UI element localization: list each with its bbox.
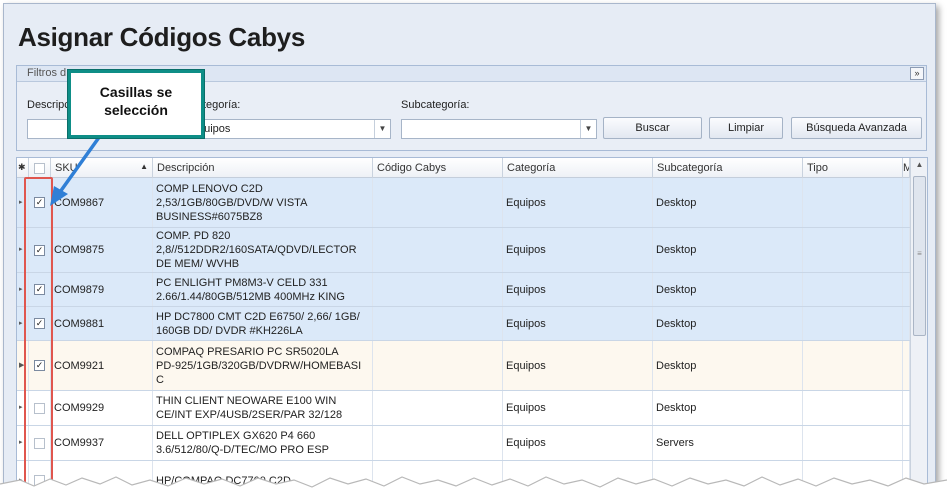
scroll-up-icon[interactable]: ▲: [914, 160, 925, 170]
cell-codigo-cabys[interactable]: [373, 273, 503, 306]
cell-subcategoria[interactable]: Desktop: [653, 178, 803, 227]
descripcion-label: Descripc: [27, 99, 70, 111]
cell-subcategoria[interactable]: Desktop: [653, 341, 803, 390]
cell-extra[interactable]: [903, 178, 910, 227]
busqueda-avanzada-button[interactable]: Búsqueda Avanzada: [791, 117, 922, 139]
cell-sku[interactable]: COM9921: [51, 341, 153, 390]
row-indicator-icon: ▸: [19, 198, 23, 206]
row-indicator-icon: ▸: [19, 439, 23, 446]
cell-descripcion[interactable]: COMPAQ PRESARIO PC SR5020LA PD-925/1GB/3…: [153, 341, 373, 390]
column-header-subcategoria[interactable]: Subcategoría: [653, 158, 803, 178]
cell-tipo[interactable]: [803, 391, 903, 425]
cell-subcategoria[interactable]: Desktop: [653, 391, 803, 425]
cell-descripcion[interactable]: PC ENLIGHT PM8M3-V CELD 331 2.66/1.44/80…: [153, 273, 373, 306]
callout-box: Casillas se selección: [67, 69, 205, 139]
limpiar-button[interactable]: Limpiar: [709, 117, 783, 139]
row-indicator-icon: ▸: [19, 246, 23, 253]
cell-codigo-cabys[interactable]: [373, 426, 503, 460]
cell-codigo-cabys[interactable]: [373, 391, 503, 425]
cell-sku[interactable]: COM9881: [51, 307, 153, 340]
cell-descripcion[interactable]: THIN CLIENT NEOWARE E100 WIN CE/INT EXP/…: [153, 391, 373, 425]
sort-asc-icon: ▲: [140, 162, 148, 171]
cell-extra[interactable]: [903, 228, 910, 272]
cell-descripcion[interactable]: HP DC7800 CMT C2D E6750/ 2,66/ 1GB/ 160G…: [153, 307, 373, 340]
cell-tipo[interactable]: [803, 307, 903, 340]
subcategoria-select[interactable]: ▼: [401, 119, 597, 139]
table-row[interactable]: ▸ ✓ COM9881 HP DC7800 CMT C2D E6750/ 2,66/ …: [17, 307, 910, 341]
cell-categoria[interactable]: Equipos: [503, 307, 653, 340]
table-row[interactable]: ▸ COM9937 DELL OPTIPLEX GX620 P4 660 3.6/5…: [17, 426, 910, 461]
cell-codigo-cabys[interactable]: [373, 341, 503, 390]
collapse-icon[interactable]: »: [910, 67, 924, 80]
subcategoria-label: Subcategoría:: [401, 99, 470, 111]
cell-extra[interactable]: [903, 426, 910, 460]
cell-tipo[interactable]: [803, 228, 903, 272]
cell-extra[interactable]: [903, 341, 910, 390]
table-row[interactable]: ▸ ✓ COM9875 COMP. PD 820 2,8//512DDR2/160SA…: [17, 228, 910, 273]
table-row[interactable]: ▸ COM9929 THIN CLIENT NEOWARE E100 WIN CE/…: [17, 391, 910, 426]
cell-categoria[interactable]: Equipos: [503, 341, 653, 390]
cell-sku[interactable]: COM9879: [51, 273, 153, 306]
categoria-select[interactable]: quipos ▼: [193, 119, 391, 139]
row-indicator-icon: ▸: [19, 285, 23, 293]
chevron-down-icon[interactable]: ▼: [580, 120, 596, 138]
cell-extra[interactable]: [903, 391, 910, 425]
checkbox-column-highlight: [24, 177, 53, 488]
cell-subcategoria[interactable]: Desktop: [653, 273, 803, 306]
cell-descripcion[interactable]: COMP LENOVO C2D 2,53/1GB/80GB/DVD/W VIST…: [153, 178, 373, 227]
cell-tipo[interactable]: [803, 178, 903, 227]
filters-panel-label: Filtros d: [27, 67, 67, 79]
column-header-categoria[interactable]: Categoría: [503, 158, 653, 178]
cell-sku[interactable]: COM9937: [51, 426, 153, 460]
cell-tipo[interactable]: [803, 426, 903, 460]
torn-edge-decoration: [0, 476, 947, 498]
cell-descripcion[interactable]: COMP. PD 820 2,8//512DDR2/160SATA/QDVD/L…: [153, 228, 373, 272]
cell-sku[interactable]: COM9875: [51, 228, 153, 272]
cell-subcategoria[interactable]: Servers: [653, 426, 803, 460]
table-row[interactable]: ▸ ✓ COM9867 COMP LENOVO C2D 2,53/1GB/80GB/D…: [17, 178, 910, 228]
row-indicator-icon: ▸: [19, 319, 23, 327]
table-row[interactable]: ▶ ✓ COM9921 COMPAQ PRESARIO PC SR5020LA PD-…: [17, 341, 910, 391]
products-grid: ✱ SKU ▲ Descripción Código Cabys Categor…: [16, 157, 928, 497]
cell-subcategoria[interactable]: Desktop: [653, 307, 803, 340]
row-indicator-icon: ▸: [19, 404, 23, 411]
table-row[interactable]: ▸ ✓ COM9879 PC ENLIGHT PM8M3-V CELD 331 2.6…: [17, 273, 910, 307]
callout-text: Casillas se selección: [71, 73, 201, 135]
cell-categoria[interactable]: Equipos: [503, 391, 653, 425]
chevron-down-icon[interactable]: ▼: [374, 120, 390, 138]
vertical-scrollbar[interactable]: ▲ ≡: [910, 158, 927, 497]
grid-header: ✱ SKU ▲ Descripción Código Cabys Categor…: [17, 158, 910, 178]
cell-sku[interactable]: COM9929: [51, 391, 153, 425]
column-header-codigo-cabys[interactable]: Código Cabys: [373, 158, 503, 178]
cell-descripcion[interactable]: DELL OPTIPLEX GX620 P4 660 3.6/512/80/Q-…: [153, 426, 373, 460]
cell-tipo[interactable]: [803, 273, 903, 306]
cell-categoria[interactable]: Equipos: [503, 273, 653, 306]
scrollbar-thumb[interactable]: ≡: [913, 176, 926, 336]
cell-codigo-cabys[interactable]: [373, 307, 503, 340]
cell-categoria[interactable]: Equipos: [503, 178, 653, 227]
cell-tipo[interactable]: [803, 341, 903, 390]
cell-subcategoria[interactable]: Desktop: [653, 228, 803, 272]
cell-codigo-cabys[interactable]: [373, 178, 503, 227]
callout-arrow-icon: [50, 134, 102, 206]
column-header-descripcion[interactable]: Descripción: [153, 158, 373, 178]
page-title: Asignar Códigos Cabys: [18, 22, 305, 52]
cell-extra[interactable]: [903, 273, 910, 306]
column-header-tipo[interactable]: Tipo: [803, 158, 903, 178]
cell-categoria[interactable]: Equipos: [503, 228, 653, 272]
buscar-button[interactable]: Buscar: [603, 117, 702, 139]
cell-categoria[interactable]: Equipos: [503, 426, 653, 460]
column-header-extra[interactable]: M: [903, 158, 910, 178]
new-row-icon: ✱: [17, 158, 29, 178]
cell-extra[interactable]: [903, 307, 910, 340]
categoria-label: tegoría:: [203, 99, 241, 111]
cell-codigo-cabys[interactable]: [373, 228, 503, 272]
